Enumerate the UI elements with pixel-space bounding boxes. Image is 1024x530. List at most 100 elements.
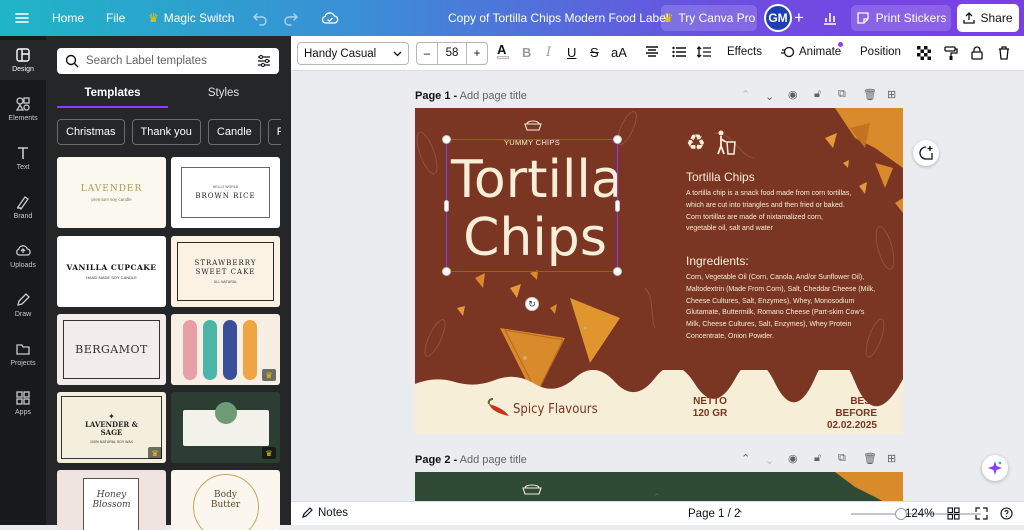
template-thumbnail[interactable]: LAVENDER premium soy candle: [57, 157, 166, 228]
template-thumbnail[interactable]: Honey Blossom: [57, 470, 166, 530]
add-collaborator-button[interactable]: +: [794, 0, 804, 36]
lock-page-button[interactable]: 🔓︎: [814, 452, 821, 465]
page-indicator[interactable]: Page 1 / 2: [688, 508, 740, 520]
print-stickers-button[interactable]: Print Stickers: [851, 5, 951, 31]
page-title-input[interactable]: Add page title: [460, 90, 527, 102]
product-heading[interactable]: Tortilla Chips: [686, 170, 755, 184]
resize-handle[interactable]: [615, 200, 620, 212]
user-avatar[interactable]: GM: [764, 4, 792, 32]
increase-size-button[interactable]: +: [467, 48, 487, 60]
letter-case-button[interactable]: aA: [611, 45, 627, 60]
search-input[interactable]: [86, 55, 250, 67]
spicy-flavours-text[interactable]: Spicy Flavours: [513, 402, 598, 417]
sidebar-item-projects[interactable]: Projects: [0, 334, 46, 374]
chip-candle[interactable]: Candle: [207, 119, 261, 145]
resize-handle[interactable]: [444, 200, 449, 212]
sidebar-item-text[interactable]: Text: [0, 138, 46, 178]
magic-assistant-button[interactable]: [982, 455, 1008, 481]
show-pages-toggle[interactable]: ⌃: [653, 492, 661, 501]
menu-button[interactable]: [14, 0, 30, 36]
font-size-value[interactable]: 58: [437, 43, 467, 64]
sidebar-item-brand[interactable]: Brand: [0, 187, 46, 227]
file-menu[interactable]: File: [106, 0, 125, 36]
magic-switch-button[interactable]: ♛ Magic Switch: [148, 0, 234, 36]
text-selection-box[interactable]: [442, 135, 622, 276]
chip-food[interactable]: Fo: [267, 119, 281, 145]
lock-page-button[interactable]: 🔓︎: [814, 88, 821, 101]
list-button[interactable]: [672, 46, 686, 61]
filter-icon[interactable]: [257, 54, 271, 68]
copy-style-button[interactable]: [944, 46, 958, 63]
resize-handle[interactable]: [442, 135, 451, 144]
template-thumbnail[interactable]: STRAWBERRY SWEET CAKE ALL NATURAL: [171, 236, 280, 307]
notes-button[interactable]: Notes: [301, 507, 348, 519]
align-button[interactable]: [645, 46, 659, 61]
template-thumbnail[interactable]: VANILLA CUPCAKE HAND MADE SOY CANDLE: [57, 236, 166, 307]
template-thumbnail[interactable]: BERGAMOT: [57, 314, 166, 385]
resize-handle[interactable]: [613, 267, 622, 276]
add-comment-button[interactable]: [913, 140, 939, 166]
sidebar-item-design[interactable]: Design: [0, 40, 46, 80]
delete-page-button[interactable]: 🗑︎: [863, 452, 877, 465]
sidebar-item-elements[interactable]: Elements: [0, 89, 46, 129]
redo-button[interactable]: [283, 0, 299, 36]
move-page-down-button[interactable]: ⌄: [765, 90, 774, 103]
position-button[interactable]: Position: [860, 46, 901, 58]
resize-handle[interactable]: [613, 135, 622, 144]
insights-button[interactable]: [822, 0, 838, 36]
move-page-down-button[interactable]: ⌄: [765, 454, 774, 467]
duplicate-page-button[interactable]: ⧉: [838, 452, 846, 465]
spacing-button[interactable]: [696, 46, 711, 61]
best-before-block[interactable]: BEST BEFORE 02.02.2025: [807, 396, 877, 432]
help-button[interactable]: [1000, 507, 1013, 523]
font-size-stepper[interactable]: – 58 +: [416, 42, 488, 65]
italic-button[interactable]: I: [546, 45, 551, 60]
home-button[interactable]: Home: [52, 0, 84, 36]
resize-handle[interactable]: [442, 267, 451, 276]
animate-button[interactable]: Animate: [781, 42, 844, 59]
zoom-level[interactable]: 124%: [905, 508, 934, 520]
template-thumbnail[interactable]: ✦ LAVENDER & SAGE 100% NATURAL SOY WAX ♛: [57, 392, 166, 463]
share-button[interactable]: Share: [957, 4, 1019, 32]
template-thumbnail[interactable]: ♛: [171, 392, 280, 463]
sidebar-item-apps[interactable]: Apps: [0, 383, 46, 423]
ingredients-heading[interactable]: Ingredients:: [686, 254, 749, 268]
netto-block[interactable]: NETTO 120 GR: [687, 396, 733, 420]
move-page-up-button[interactable]: ⌃: [741, 88, 750, 101]
grid-view-button[interactable]: [947, 507, 960, 523]
strikethrough-button[interactable]: S: [590, 45, 599, 60]
text-color-button[interactable]: A: [497, 42, 509, 59]
ingredients-list[interactable]: Corn, Vegetable Oil (Corn, Canola, And/o…: [686, 272, 876, 343]
lock-button[interactable]: [971, 46, 983, 63]
duplicate-page-button[interactable]: ⧉: [838, 88, 846, 101]
transparency-button[interactable]: [917, 46, 931, 63]
chip-thank-you[interactable]: Thank you: [131, 119, 201, 145]
template-thumbnail[interactable]: ♛: [171, 314, 280, 385]
delete-button[interactable]: [998, 46, 1010, 63]
tab-templates[interactable]: Templates: [57, 82, 168, 108]
try-pro-button[interactable]: ♛ Try Canva Pro: [661, 5, 757, 31]
sidebar-item-draw[interactable]: Draw: [0, 285, 46, 325]
delete-page-button[interactable]: 🗑︎: [863, 88, 877, 101]
hide-page-button[interactable]: ◉: [788, 452, 798, 465]
label-design-page-1[interactable]: YUMMY CHIPS Tortilla Chips ↻ ♻ Tortilla …: [415, 108, 903, 434]
product-description[interactable]: A tortilla chip is a snack food made fro…: [686, 188, 854, 235]
template-thumbnail[interactable]: HELLO WORLD BROWN RICE: [171, 157, 280, 228]
document-title[interactable]: Copy of Tortilla Chips Modern Food Label: [448, 0, 669, 36]
template-thumbnail[interactable]: Body Butter: [171, 470, 280, 530]
underline-button[interactable]: U: [567, 45, 576, 60]
page-title-input[interactable]: Add page title: [460, 454, 527, 466]
sidebar-item-uploads[interactable]: Uploads: [0, 236, 46, 276]
move-page-up-button[interactable]: ⌃: [741, 452, 750, 465]
undo-button[interactable]: [252, 0, 268, 36]
effects-button[interactable]: Effects: [727, 46, 762, 58]
chip-christmas[interactable]: Christmas: [57, 119, 125, 145]
decrease-size-button[interactable]: –: [417, 48, 437, 60]
rotate-handle[interactable]: ↻: [525, 297, 539, 311]
fullscreen-button[interactable]: [975, 507, 988, 523]
cloud-save-button[interactable]: [321, 0, 339, 36]
bold-button[interactable]: B: [522, 45, 531, 60]
hide-page-button[interactable]: ◉: [788, 88, 798, 101]
tab-styles[interactable]: Styles: [168, 82, 279, 108]
add-page-button[interactable]: ⊞: [887, 88, 896, 101]
